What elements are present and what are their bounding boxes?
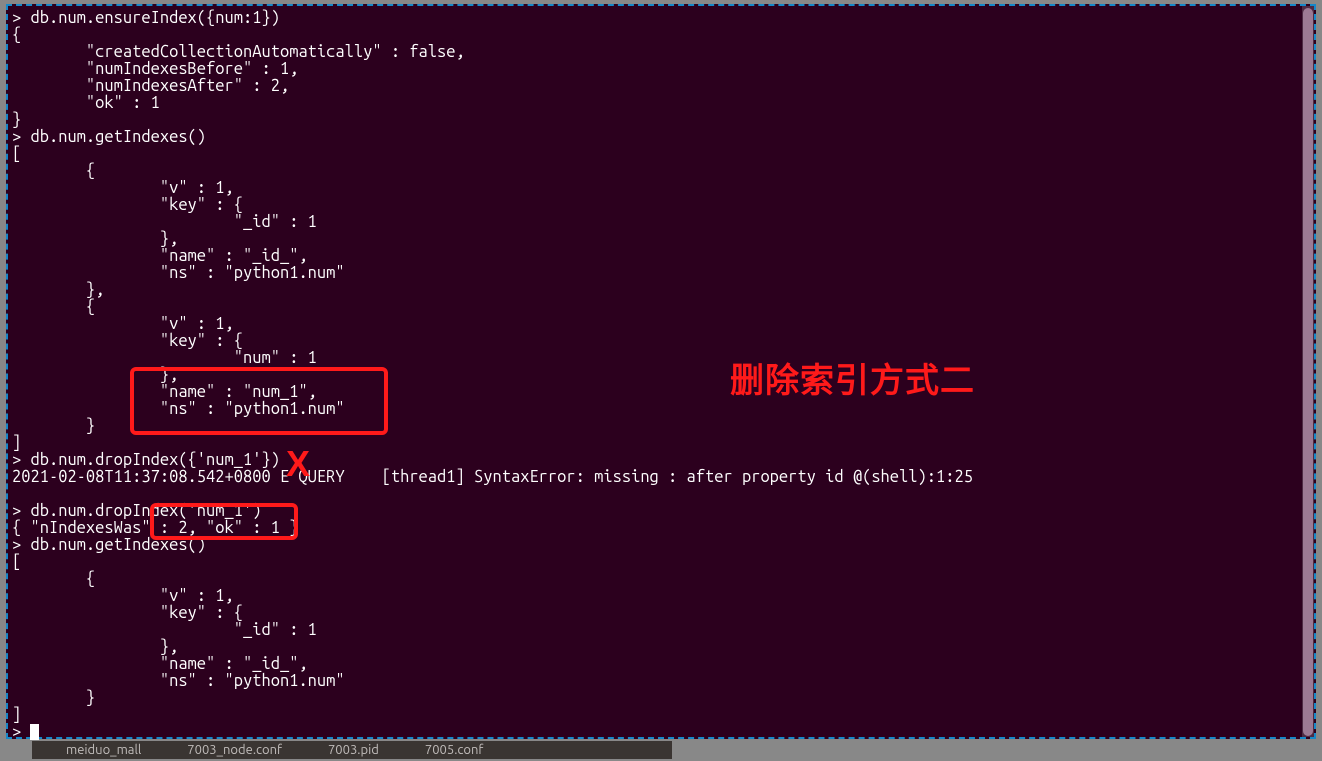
taskbar-item[interactable]: 7003_node.conf (187, 743, 282, 757)
taskbar-item[interactable]: 7005.conf (425, 743, 483, 757)
taskbar-item[interactable]: meiduo_mall (66, 743, 141, 757)
taskbar-item[interactable]: 7003.pid (328, 743, 379, 757)
terminal-cursor (30, 724, 39, 740)
taskbar-fragment: meiduo_mall 7003_node.conf 7003.pid 7005… (32, 741, 672, 759)
terminal-output[interactable]: > db.num.ensureIndex({num:1}) { "created… (8, 6, 1314, 737)
terminal-window: > db.num.ensureIndex({num:1}) { "created… (6, 4, 1316, 739)
